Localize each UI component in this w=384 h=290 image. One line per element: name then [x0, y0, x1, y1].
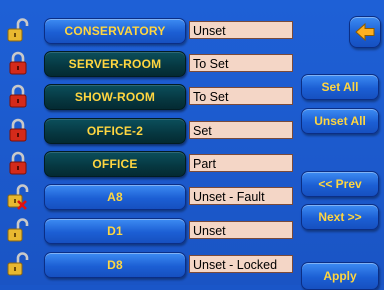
unlocked-padlock-fault-icon — [7, 184, 29, 210]
zone-row: SERVER-ROOM To Set — [0, 48, 300, 80]
next-page-button[interactable]: Next >> — [301, 204, 379, 230]
zone-row: D8 Unset - Locked — [0, 249, 300, 281]
zone-status-field: Unset - Locked — [189, 255, 293, 273]
zone-control-screen: CONSERVATORY Unset SERVER-ROOM To Set SH… — [0, 0, 384, 290]
zone-status-field: To Set — [189, 87, 293, 105]
prev-page-button[interactable]: << Prev — [301, 171, 379, 197]
set-all-button[interactable]: Set All — [301, 74, 379, 100]
zone-button[interactable]: SERVER-ROOM — [44, 51, 186, 77]
unlocked-padlock-icon — [7, 18, 29, 42]
unlocked-padlock-icon — [7, 252, 29, 276]
zone-row: SHOW-ROOM To Set — [0, 81, 300, 113]
unlocked-padlock-icon — [7, 218, 29, 242]
zone-row: OFFICE Part — [0, 148, 300, 180]
zone-row: A8 Unset - Fault — [0, 181, 300, 213]
zone-button[interactable]: SHOW-ROOM — [44, 84, 186, 110]
locked-padlock-icon — [9, 151, 27, 175]
zone-status-field: Unset — [189, 21, 293, 39]
zone-button[interactable]: CONSERVATORY — [44, 18, 186, 44]
zone-status-field: To Set — [189, 54, 293, 72]
locked-padlock-icon — [9, 51, 27, 75]
zone-button[interactable]: A8 — [44, 184, 186, 210]
zone-status-field: Unset - Fault — [189, 187, 293, 205]
zone-row: D1 Unset — [0, 215, 300, 247]
zone-status-field: Part — [189, 154, 293, 172]
zone-button[interactable]: D8 — [44, 252, 186, 278]
zone-button[interactable]: OFFICE — [44, 151, 186, 177]
apply-button[interactable]: Apply — [301, 262, 379, 290]
back-arrow-icon — [355, 22, 375, 42]
unset-all-button[interactable]: Unset All — [301, 108, 379, 134]
zone-status-field: Set — [189, 121, 293, 139]
zone-button[interactable]: D1 — [44, 218, 186, 244]
zone-row: CONSERVATORY Unset — [0, 15, 300, 47]
zone-row: OFFICE-2 Set — [0, 115, 300, 147]
locked-padlock-icon — [9, 84, 27, 108]
locked-padlock-icon — [9, 118, 27, 142]
zone-button[interactable]: OFFICE-2 — [44, 118, 186, 144]
zone-status-field: Unset — [189, 221, 293, 239]
back-button[interactable] — [349, 16, 381, 48]
